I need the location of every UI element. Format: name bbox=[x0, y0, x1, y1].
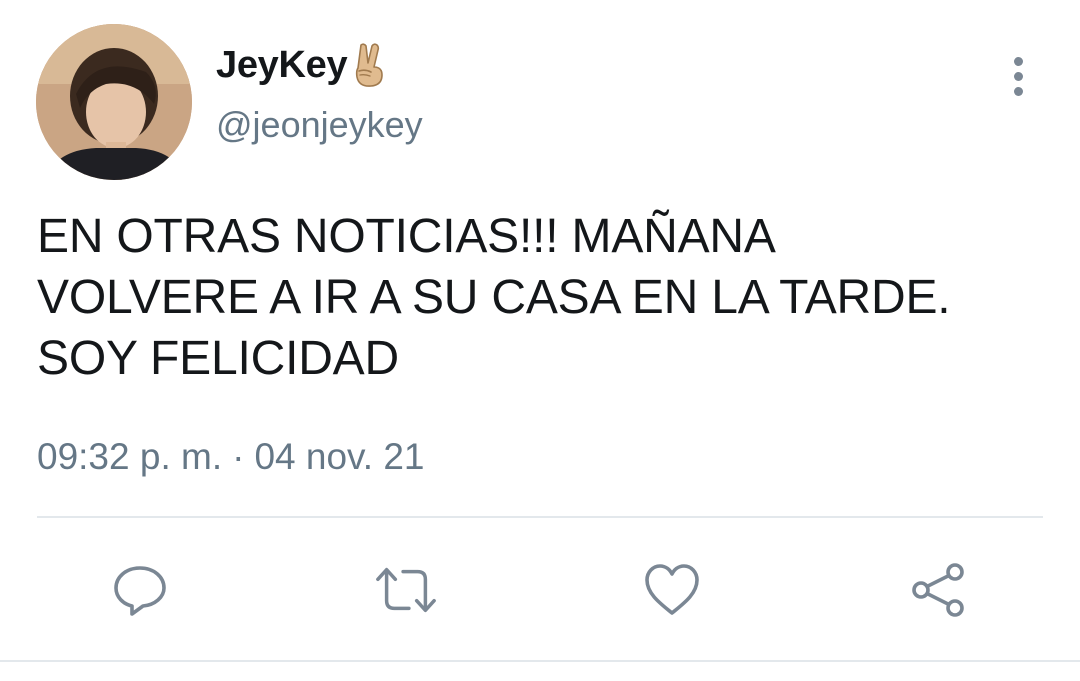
share-icon bbox=[912, 563, 964, 617]
like-button[interactable] bbox=[640, 558, 704, 622]
victory-hand-icon bbox=[349, 41, 389, 89]
reply-icon bbox=[114, 566, 166, 616]
divider bbox=[37, 516, 1043, 518]
avatar[interactable] bbox=[36, 24, 192, 180]
tweet-date: 04 nov. 21 bbox=[254, 436, 425, 477]
display-name[interactable]: JeyKey bbox=[216, 44, 348, 87]
tweet-text-line: VOLVERE A IR A SU CASA EN LA TARDE. bbox=[37, 271, 951, 324]
retweet-button[interactable] bbox=[374, 558, 438, 622]
more-options-icon-dot bbox=[1013, 71, 1023, 81]
tweet-text-line: EN OTRAS NOTICIAS!!! MAÑANA bbox=[37, 210, 776, 263]
more-options-icon-dot bbox=[1013, 86, 1023, 96]
more-options-button[interactable] bbox=[996, 52, 1040, 100]
timestamp-separator: · bbox=[232, 436, 245, 477]
more-options-icon bbox=[1013, 56, 1023, 66]
tweet-time: 09:32 p. m. bbox=[37, 436, 223, 477]
share-button[interactable] bbox=[906, 558, 970, 622]
tweet-text-line: SOY FELICIDAD bbox=[37, 332, 399, 385]
author-name-row: JeyKey bbox=[216, 40, 389, 90]
divider bbox=[0, 660, 1080, 662]
author-handle[interactable]: @jeonjeykey bbox=[216, 104, 423, 146]
heart-icon bbox=[645, 564, 699, 615]
retweet-icon bbox=[376, 567, 436, 613]
tweet-text: EN OTRAS NOTICIAS!!! MAÑANA VOLVERE A IR… bbox=[37, 206, 1047, 389]
reply-button[interactable] bbox=[108, 558, 172, 622]
avatar-photo bbox=[36, 24, 192, 180]
tweet-timestamp: 09:32 p. m. · 04 nov. 21 bbox=[37, 436, 425, 478]
